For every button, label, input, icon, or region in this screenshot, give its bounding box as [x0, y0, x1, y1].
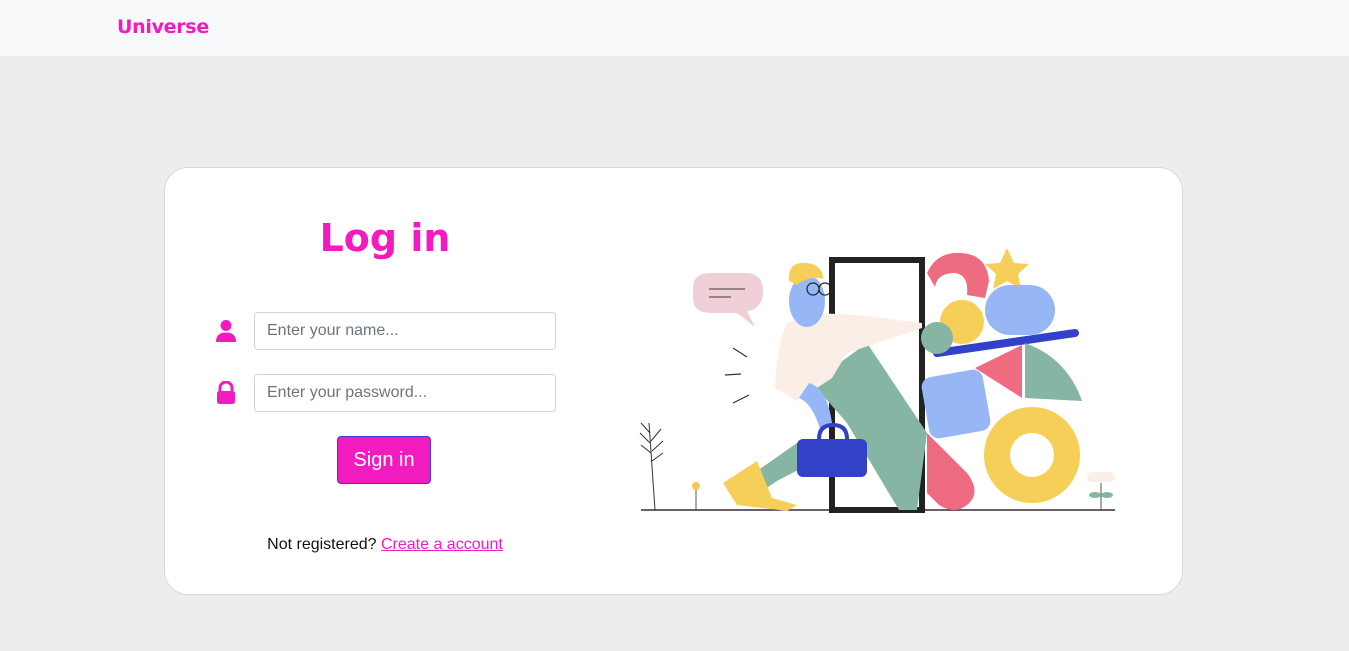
sign-in-button[interactable]: Sign in — [337, 436, 431, 484]
green-circle — [921, 322, 953, 354]
page-title: Log in — [319, 216, 451, 260]
motion-lines — [724, 347, 750, 404]
lock-icon — [217, 381, 235, 404]
arc-shape — [927, 252, 989, 298]
not-registered-text: Not registered? — [267, 536, 377, 553]
blue-square — [921, 369, 991, 439]
user-icon — [216, 320, 236, 342]
register-prompt: Not registered? Create a account — [165, 536, 605, 554]
name-input[interactable] — [254, 312, 556, 350]
brand-logo[interactable]: Universe — [117, 16, 209, 38]
speech-bubble-icon — [693, 273, 763, 327]
blue-pill-shape — [985, 285, 1055, 335]
green-quarter — [1025, 343, 1082, 401]
star-icon — [985, 248, 1029, 289]
plant-left-icon — [639, 422, 664, 511]
password-input[interactable] — [254, 374, 556, 412]
create-account-link[interactable]: Create a account — [381, 536, 503, 553]
small-pill — [1087, 472, 1115, 482]
bag-icon — [797, 439, 867, 477]
login-illustration — [639, 248, 1115, 513]
flower-head — [692, 482, 700, 490]
navbar: Universe — [0, 0, 1349, 56]
pink-pill-shape — [927, 433, 975, 510]
login-card: Log in Sign in Not registered? Create a … — [164, 167, 1183, 595]
sprout-icon — [1089, 483, 1113, 510]
